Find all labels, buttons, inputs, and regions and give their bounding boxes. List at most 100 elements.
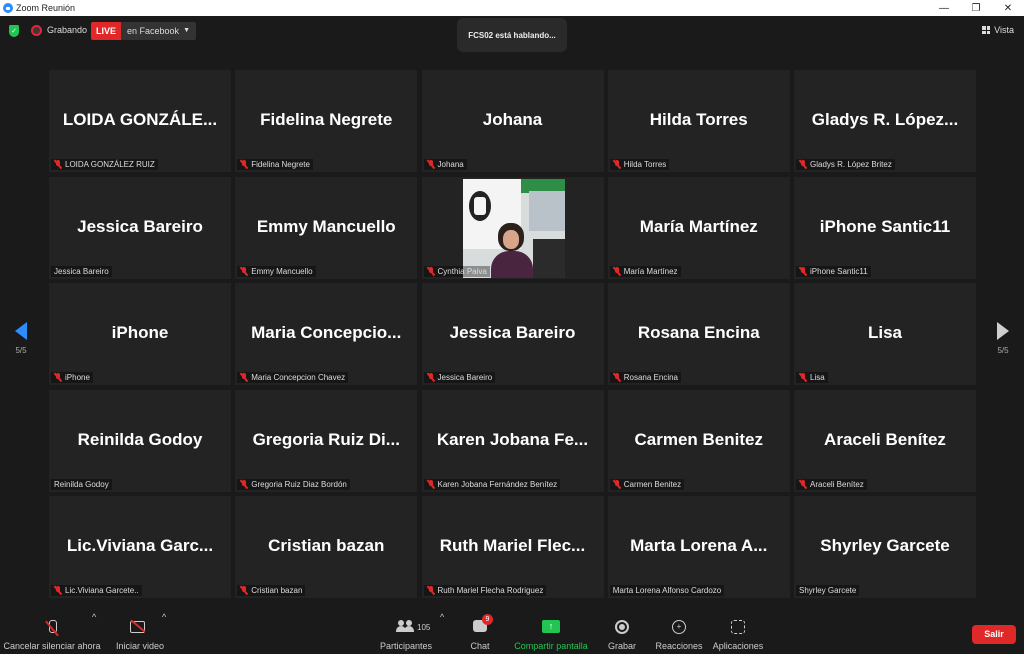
participant-nameplate: Karen Jobana Fernández Benítez (423, 478, 561, 490)
participant-nameplate: Emmy Mancuello (237, 265, 316, 277)
window-controls: — ❐ ✕ (928, 0, 1024, 16)
participant-nameplate: María Martínez (609, 265, 681, 277)
participant-nameplate: Shyrley Garcete (796, 585, 860, 596)
maximize-button[interactable]: ❐ (960, 0, 992, 16)
participant-tile[interactable]: Gregoria Ruiz Di... Gregoria Ruiz Diaz Bo… (235, 389, 418, 492)
participant-tile[interactable]: Fidelina Negrete Fidelina Negrete (235, 70, 418, 172)
participant-tile[interactable]: Johana Johana (421, 70, 604, 172)
participant-tile[interactable]: Shyrley Garcete Shyrley Garcete (794, 496, 976, 598)
previous-page-button[interactable]: 5/5 (6, 322, 36, 355)
participant-display-name: Cristian bazan (268, 536, 385, 555)
participant-tile[interactable]: Karen Jobana Fe... Karen Jobana Fernández… (421, 389, 604, 492)
participants-options-chevron[interactable]: ^ (440, 612, 444, 622)
mic-muted-icon (240, 586, 248, 595)
mic-muted-icon (240, 373, 248, 382)
participant-tile[interactable]: Marta Lorena A... Marta Lorena Alfonso Ca… (607, 496, 790, 598)
record-label: Grabar (607, 641, 637, 651)
participant-display-name: Carmen Benitez (634, 429, 763, 449)
close-button[interactable]: ✕ (992, 0, 1024, 16)
participant-video (462, 178, 565, 278)
recording-icon (31, 25, 42, 36)
livestream-indicator[interactable]: LIVE en Facebook ▼ (91, 22, 196, 40)
participant-tile[interactable]: Reinilda Godoy Reinilda Godoy (49, 389, 231, 492)
mic-muted-icon (799, 373, 807, 382)
participant-name: Rosana Encina (623, 373, 679, 382)
participant-tile[interactable]: Jessica Bareiro Jessica Bareiro (49, 176, 231, 279)
arrow-left-icon (15, 322, 27, 340)
participant-display-name: Reinilda Godoy (77, 429, 203, 449)
participant-tile[interactable]: Cynthia Paiva (421, 176, 604, 279)
minimize-button[interactable]: — (928, 0, 960, 16)
participant-name: Hilda Torres (623, 160, 667, 169)
next-page-button[interactable]: 5/5 (988, 322, 1018, 355)
participant-tile[interactable]: Gladys R. López... Gladys R. López Britez (794, 70, 976, 172)
participant-name: Johana (437, 160, 464, 169)
view-button[interactable]: Vista (982, 25, 1014, 35)
participant-name: Jessica Bareiro (54, 266, 109, 276)
unmute-label: Cancelar silenciar ahora (3, 641, 101, 651)
page-indicator-right: 5/5 (997, 346, 1009, 355)
participant-name: Karen Jobana Fernández Benítez (437, 479, 558, 489)
security-shield-icon[interactable]: ✓ (9, 25, 19, 37)
participant-name: Shyrley Garcete (799, 586, 857, 595)
participant-tile[interactable]: Emmy Mancuello Emmy Mancuello (235, 176, 418, 279)
participant-tile[interactable]: Lic.Viviana Garc... Lic.Viviana Garcete.. (49, 496, 231, 598)
apps-label: Aplicaciones (712, 641, 764, 651)
view-label: Vista (994, 25, 1014, 35)
participant-nameplate: Hilda Torres (609, 159, 670, 170)
live-destination-dropdown[interactable]: en Facebook ▼ (121, 22, 196, 40)
participants-label: Participantes (379, 641, 433, 651)
participant-tile[interactable]: iPhone Santic11 iPhone Santic11 (794, 176, 976, 279)
mic-muted-icon (240, 160, 248, 169)
participant-tile[interactable]: Maria Concepcio... Maria Concepcion Chave… (235, 283, 418, 385)
mic-muted-icon (799, 266, 807, 276)
participant-display-name: Lic.Viviana Garc... (66, 536, 214, 555)
participant-name: Reinilda Godoy (54, 479, 109, 489)
participant-display-name: Jessica Bareiro (77, 216, 203, 236)
participant-nameplate: Gladys R. López Britez (796, 159, 895, 170)
mic-muted-icon (613, 373, 621, 382)
participant-tile[interactable]: Jessica Bareiro Jessica Bareiro (421, 283, 604, 385)
arrow-right-icon (997, 322, 1009, 340)
participant-display-name: Shyrley Garcete (820, 536, 950, 555)
participant-tile[interactable]: LOIDA GONZÁLE... LOIDA GONZÁLEZ RUIZ (49, 70, 231, 172)
caret-down-icon: ▼ (183, 27, 190, 34)
participant-nameplate: iPhone (51, 372, 93, 383)
participant-tile[interactable]: María Martínez María Martínez (607, 176, 790, 279)
camera-off-icon (130, 620, 150, 633)
participant-nameplate: Araceli Benítez (796, 478, 867, 490)
participants-icon (396, 620, 414, 632)
window-titlebar: Zoom Reunión — ❐ ✕ (0, 0, 1024, 16)
participant-tile[interactable]: Hilda Torres Hilda Torres (607, 70, 790, 172)
participant-tile[interactable]: Araceli Benítez Araceli Benítez (794, 389, 976, 492)
audio-options-chevron[interactable]: ^ (92, 612, 96, 622)
participant-name: Maria Concepcion Chavez (251, 373, 346, 382)
reactions-label: Reacciones (655, 641, 703, 651)
participant-tile[interactable]: iPhone iPhone (49, 283, 231, 385)
participant-tile[interactable]: Carmen Benitez Carmen Benitez (607, 389, 790, 492)
participant-nameplate: Carmen Benitez (609, 478, 685, 490)
participant-tile[interactable]: Cristian bazan Cristian bazan (235, 496, 418, 598)
video-options-chevron[interactable]: ^ (162, 612, 166, 622)
participant-nameplate: iPhone Santic11 (796, 265, 871, 277)
meeting-topbar: ✓ Grabando LIVE en Facebook ▼ FCS02 está… (0, 16, 1024, 52)
participant-nameplate: Cynthia Paiva (423, 265, 490, 277)
participant-nameplate: Johana (423, 159, 467, 170)
participant-tile[interactable]: Rosana Encina Rosana Encina (607, 283, 790, 385)
gallery-grid: LOIDA GONZÁLE... LOIDA GONZÁLEZ RUIZ Fidel… (49, 70, 976, 600)
participant-display-name: Lisa (867, 323, 903, 342)
reactions-icon: + (672, 620, 686, 634)
leave-button[interactable]: Salir (972, 625, 1016, 644)
participant-name: Emmy Mancuello (251, 266, 313, 276)
participant-name: Marta Lorena Alfonso Cardozo (612, 586, 722, 595)
grid-view-icon (982, 26, 991, 34)
chat-unread-badge: 9 (482, 614, 493, 625)
participant-name: iPhone (65, 373, 90, 382)
participant-nameplate: Reinilda Godoy (51, 478, 112, 490)
participant-tile[interactable]: Lisa Lisa (794, 283, 976, 385)
participant-tile[interactable]: Ruth Mariel Flec... Ruth Mariel Flecha Ro… (421, 496, 604, 598)
participant-name: Cristian bazan (251, 586, 303, 595)
participant-display-name: Johana (482, 110, 543, 129)
participant-nameplate: Gregoria Ruiz Diaz Bordón (237, 478, 350, 490)
share-screen-label: Compartir pantalla (514, 641, 588, 651)
